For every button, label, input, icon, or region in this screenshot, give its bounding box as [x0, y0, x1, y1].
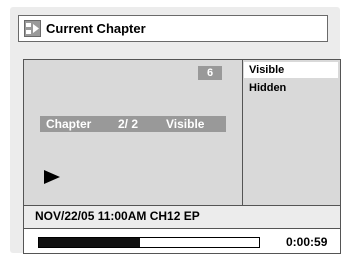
chapter-label: Chapter: [46, 117, 92, 131]
progress-fill: [39, 238, 141, 247]
chapter-state: Visible: [166, 117, 205, 131]
chapter-status-bar: Chapter 2/ 2 Visible: [40, 116, 226, 132]
visibility-menu: Visible Hidden: [244, 62, 338, 98]
play-icon: [44, 170, 61, 189]
elapsed-time: 0:00:59: [286, 235, 328, 249]
recording-info: NOV/22/05 11:00AM CH12 EP: [35, 209, 200, 223]
chapter-value: 2/ 2: [118, 117, 139, 131]
page-title: Current Chapter: [46, 21, 146, 36]
progress-bar: [38, 237, 260, 248]
title-bar: Current Chapter: [18, 15, 328, 42]
menu-item-hidden[interactable]: Hidden: [244, 80, 338, 96]
progress-panel: 0:00:59: [23, 228, 341, 254]
menu-item-visible[interactable]: Visible: [244, 62, 338, 78]
chapter-count-badge: 6: [198, 66, 222, 80]
status-bar: NOV/22/05 11:00AM CH12 EP: [23, 206, 341, 228]
panel-divider: [242, 59, 243, 206]
chapter-icon: [24, 20, 41, 37]
